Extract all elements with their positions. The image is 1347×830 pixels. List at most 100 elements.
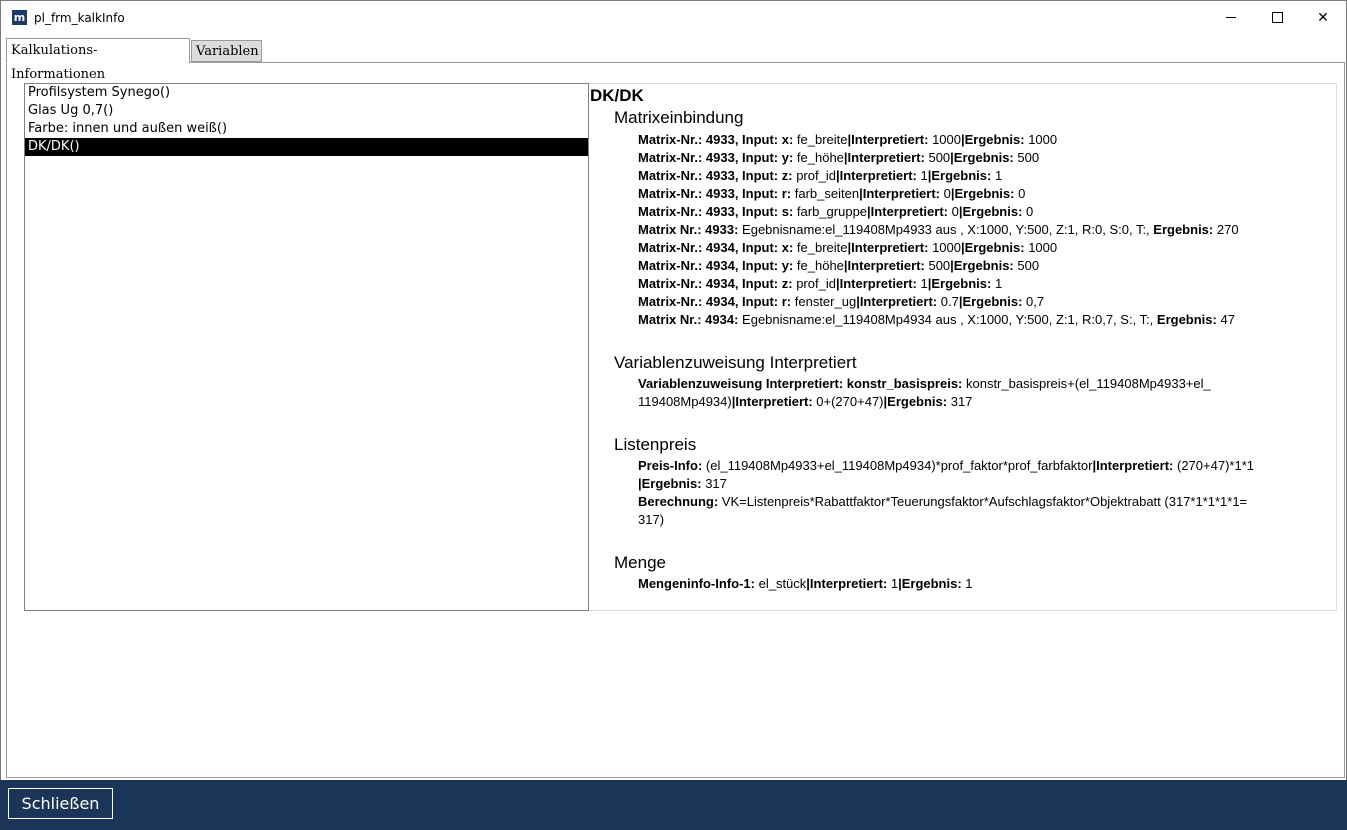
minimize-button[interactable] xyxy=(1208,1,1254,34)
info-label: Berechnung: xyxy=(638,494,719,509)
info-label: Matrix-Nr.: 4933, Input: r: xyxy=(638,186,792,201)
list-item[interactable]: Farbe: innen und außen weiß() xyxy=(25,120,588,138)
info-line: Matrix-Nr.: 4934, Input: x: fe_breite|In… xyxy=(638,239,1057,257)
close-window-button[interactable]: ✕ xyxy=(1300,1,1346,34)
info-label: Matrix-Nr.: 4934, Input: x: xyxy=(638,240,794,255)
section-heading: Matrixeinbindung xyxy=(614,108,744,127)
list-item[interactable]: DK/DK() xyxy=(25,138,588,156)
info-value: 1000 xyxy=(1024,132,1058,147)
info-line: |Ergebnis: 317 xyxy=(638,475,727,493)
info-value: (270+47)*1*1 xyxy=(1173,458,1254,473)
info-value: 1 xyxy=(961,576,973,591)
info-label: |Ergebnis: xyxy=(958,204,1023,219)
info-line: Matrix-Nr.: 4933, Input: r: farb_seiten |… xyxy=(638,185,1025,203)
info-value: fe_breite xyxy=(793,132,848,147)
info-label: Matrix-Nr.: 4933, Input: y: xyxy=(638,150,794,165)
info-line: Matrix-Nr.: 4933, Input: z: prof_id|Inte… xyxy=(638,167,1002,185)
info-line: 119408Mp4934)|Interpretiert: 0+(270+47)|… xyxy=(638,393,972,411)
info-label: Matrix-Nr.: 4933, Input: x: xyxy=(638,132,794,147)
info-line: Matrix Nr.: 4934: Egebnisname:el_119408M… xyxy=(638,311,1235,329)
app-window: m pl_frm_kalkInfo ✕ Kalkulations-Informa… xyxy=(0,0,1347,830)
info-value: farb_gruppe xyxy=(793,204,868,219)
info-label: |Ergebnis: xyxy=(950,150,1014,165)
info-value: 500 xyxy=(924,150,951,165)
info-line: Matrix-Nr.: 4934, Input: z: prof_id|Inte… xyxy=(638,275,1002,293)
info-line: Matrix-Nr.: 4934, Input: y: fe_höhe|Inte… xyxy=(638,257,1039,275)
info-label: |Ergebnis: xyxy=(898,576,962,591)
info-label: |Ergebnis: xyxy=(950,258,1014,273)
info-value: 1 xyxy=(916,276,928,291)
info-value: 317) xyxy=(638,512,665,527)
info-line: Variablenzuweisung Interpretiert: konstr… xyxy=(638,375,1211,393)
info-label: Matrix-Nr.: 4933, Input: z: xyxy=(638,168,793,183)
info-value: fe_breite xyxy=(793,240,848,255)
info-label: Matrix-Nr.: 4934, Input: z: xyxy=(638,276,793,291)
info-label: |Ergebnis: xyxy=(638,476,702,491)
close-button[interactable]: Schließen xyxy=(8,788,113,819)
app-logo-icon: m xyxy=(12,10,27,25)
info-line: 317) xyxy=(638,511,664,529)
maximize-button[interactable] xyxy=(1254,1,1300,34)
info-value: konstr_basispreis+(el_119408Mp4933+el_ xyxy=(962,376,1211,391)
info-value: 1000 xyxy=(1024,240,1058,255)
info-value: el_stück xyxy=(754,576,807,591)
info-value: 1 xyxy=(991,168,1003,183)
info-label: |Interpretiert: xyxy=(843,150,925,165)
close-icon: ✕ xyxy=(1317,9,1329,26)
info-value: 1 xyxy=(916,168,928,183)
info-value: 0.7 xyxy=(937,294,959,309)
info-label: |Interpretiert: xyxy=(835,168,917,183)
info-value: fe_höhe xyxy=(793,150,844,165)
section-heading: Variablenzuweisung Interpretiert xyxy=(614,353,857,372)
list-item[interactable]: Glas Ug 0,7() xyxy=(25,102,588,120)
detail-pane[interactable]: DK/DK Matrixeinbindung Matrix-Nr.: 4933, … xyxy=(589,83,1337,611)
info-value: fe_höhe xyxy=(793,258,844,273)
info-line: Matrix-Nr.: 4933, Input: x: fe_breite|In… xyxy=(638,131,1057,149)
info-line: Matrix-Nr.: 4934, Input: r: fenster_ug|I… xyxy=(638,293,1044,311)
tab-panel: Profilsystem Synego() Glas Ug 0,7() Farbe:… xyxy=(6,62,1345,778)
info-label: Matrix-Nr.: 4934, Input: y: xyxy=(638,258,794,273)
info-value: 0 xyxy=(1022,204,1034,219)
info-line: Berechnung: VK=Listenpreis*Rabattfaktor*… xyxy=(638,493,1247,511)
info-line: Matrix Nr.: 4933: Egebnisname:el_119408M… xyxy=(638,221,1239,239)
info-label: |Ergebnis: xyxy=(950,186,1015,201)
info-value: 500 xyxy=(924,258,951,273)
info-label: |Interpretiert: xyxy=(806,576,888,591)
info-label: Variablenzuweisung Interpretiert: konstr… xyxy=(638,376,963,391)
info-value: farb_seiten xyxy=(791,186,860,201)
info-value: 1 xyxy=(991,276,1003,291)
section-heading: Listenpreis xyxy=(614,435,697,454)
info-value: 270 xyxy=(1213,222,1239,237)
info-value: 500 xyxy=(1013,150,1040,165)
info-value: prof_id xyxy=(792,168,836,183)
minimize-icon xyxy=(1226,17,1236,18)
info-label: |Interpretiert: xyxy=(843,258,925,273)
info-label: |Interpretiert: xyxy=(1092,458,1174,473)
info-value: Egebnisname:el_119408Mp4934 aus , X:1000… xyxy=(738,312,1154,327)
position-listbox[interactable]: Profilsystem Synego() Glas Ug 0,7() Farbe:… xyxy=(24,83,589,611)
list-item[interactable]: Profilsystem Synego() xyxy=(25,84,588,102)
info-line: Preis-Info: (el_119408Mp4933+el_119408Mp… xyxy=(638,457,1254,475)
maximize-icon xyxy=(1271,12,1283,23)
window-title: pl_frm_kalkInfo xyxy=(34,11,125,25)
info-label: Ergebnis: xyxy=(1153,312,1217,327)
info-label: |Ergebnis: xyxy=(927,168,992,183)
info-value: 0 xyxy=(947,204,959,219)
info-label: |Ergebnis: xyxy=(961,132,1025,147)
info-value: 0+(270+47) xyxy=(812,394,884,409)
info-label: |Interpretiert: xyxy=(731,394,813,409)
tab-kalkulations-informationen[interactable]: Kalkulations-Informationen xyxy=(6,38,190,82)
info-label: |Ergebnis: xyxy=(927,276,992,291)
info-value: 1000 xyxy=(928,132,961,147)
info-value: 317 xyxy=(947,394,973,409)
info-label: Matrix Nr.: 4934: xyxy=(638,312,739,327)
info-label: |Ergebnis: xyxy=(958,294,1023,309)
info-value: 0 xyxy=(1014,186,1026,201)
info-value: (el_119408Mp4933+el_119408Mp4934)*prof_f… xyxy=(702,458,1093,473)
info-value: prof_id xyxy=(792,276,836,291)
title-bar[interactable]: m pl_frm_kalkInfo ✕ xyxy=(1,1,1346,34)
info-label: Matrix-Nr.: 4934, Input: r: xyxy=(638,294,792,309)
info-value: 47 xyxy=(1216,312,1235,327)
info-label: Ergebnis: xyxy=(1149,222,1214,237)
tab-variablen[interactable]: Variablen xyxy=(191,40,262,62)
